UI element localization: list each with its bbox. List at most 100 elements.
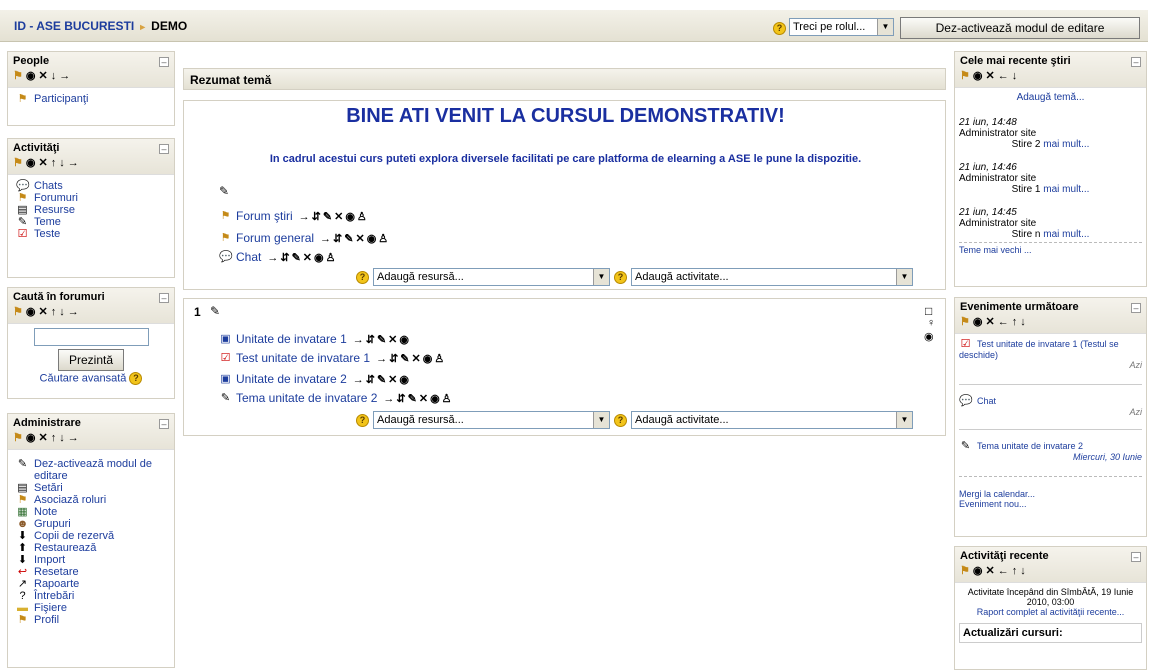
- move-right-icon[interactable]: →: [68, 432, 79, 444]
- eye-icon[interactable]: ◉: [924, 330, 934, 343]
- roles-icon[interactable]: ⚑: [960, 564, 970, 577]
- roles-icon[interactable]: ⚑: [13, 431, 23, 444]
- admin-questions-link[interactable]: Întrebări: [34, 590, 74, 602]
- move-down-icon[interactable]: ↓: [1020, 316, 1026, 328]
- activity-tools[interactable]: →⇵✎✕◉♙: [383, 392, 453, 405]
- activity-tools[interactable]: →⇵✎✕◉♙: [267, 251, 337, 264]
- forum-general-link[interactable]: Forum general: [236, 231, 314, 245]
- collapse-icon[interactable]: –: [1131, 57, 1141, 67]
- admin-roles-link[interactable]: Asociază roluri: [34, 494, 106, 506]
- breadcrumb-site-link[interactable]: ID - ASE BUCURESTI: [14, 19, 134, 33]
- add-activity-select[interactable]: Adaugă activitate... ▼: [631, 268, 913, 286]
- add-resource-select[interactable]: Adaugă resursă... ▼: [373, 411, 610, 429]
- highlight-icon[interactable]: □: [925, 304, 932, 318]
- admin-grades-link[interactable]: Note: [34, 506, 57, 518]
- help-icon[interactable]: ?: [773, 22, 786, 35]
- admin-groups-link[interactable]: Grupuri: [34, 518, 71, 530]
- test-unit1-link[interactable]: Test unitate de invatare 1: [236, 351, 370, 365]
- help-icon[interactable]: ?: [356, 270, 369, 284]
- move-down-icon[interactable]: ↓: [59, 157, 65, 169]
- roles-icon[interactable]: ⚑: [13, 69, 23, 82]
- move-down-icon[interactable]: ↓: [1020, 565, 1026, 577]
- admin-import-link[interactable]: Import: [34, 554, 65, 566]
- move-up-icon[interactable]: ↑: [1012, 565, 1018, 577]
- delete-icon[interactable]: ✕: [985, 69, 994, 82]
- collapse-icon[interactable]: –: [159, 144, 169, 154]
- hide-icon[interactable]: ◉: [973, 69, 983, 82]
- search-submit-button[interactable]: Prezintă: [58, 349, 124, 371]
- move-down-icon[interactable]: ↓: [1012, 70, 1018, 82]
- delete-icon[interactable]: ✕: [985, 315, 994, 328]
- new-event-link[interactable]: Eveniment nou...: [959, 499, 1027, 509]
- event-link[interactable]: Chat: [977, 396, 996, 406]
- hide-icon[interactable]: ◉: [26, 305, 36, 318]
- move-right-icon[interactable]: →: [68, 157, 79, 169]
- event-link[interactable]: Test unitate de invatare 1 (Testul se de…: [959, 339, 1119, 360]
- lightbulb-icon[interactable]: ♀: [927, 317, 935, 329]
- toggle-editing-button[interactable]: Dez-activează modul de editare: [900, 17, 1140, 39]
- hide-icon[interactable]: ◉: [973, 564, 983, 577]
- edit-summary-icon[interactable]: ✎: [219, 184, 229, 198]
- news-more-link[interactable]: mai mult...: [1043, 184, 1089, 195]
- forum-news-link[interactable]: Forum ştiri: [236, 209, 293, 223]
- move-right-icon[interactable]: →: [59, 70, 70, 82]
- activity-quizzes-link[interactable]: Teste: [34, 228, 60, 240]
- collapse-icon[interactable]: –: [159, 293, 169, 303]
- add-resource-select[interactable]: Adaugă resursă... ▼: [373, 268, 610, 286]
- move-up-icon[interactable]: ↑: [51, 306, 57, 318]
- activity-tools[interactable]: →⇵✎✕◉♙: [320, 232, 390, 245]
- search-input[interactable]: [33, 328, 149, 346]
- activity-chats-link[interactable]: Chats: [34, 180, 63, 192]
- move-right-icon[interactable]: →: [68, 306, 79, 318]
- admin-toggle-editing-link[interactable]: Dez-activează modul de editare: [34, 458, 166, 482]
- activity-tools[interactable]: →⇵✎✕◉: [353, 333, 411, 346]
- help-icon[interactable]: ?: [614, 413, 627, 427]
- activity-forums-link[interactable]: Forumuri: [34, 192, 78, 204]
- delete-icon[interactable]: ✕: [38, 431, 47, 444]
- hide-icon[interactable]: ◉: [26, 431, 36, 444]
- admin-profile-link[interactable]: Profil: [34, 614, 59, 626]
- add-activity-select[interactable]: Adaugă activitate... ▼: [631, 411, 913, 429]
- calendar-link[interactable]: Mergi la calendar...: [959, 489, 1035, 499]
- activity-tools[interactable]: →⇵✎✕◉: [353, 373, 411, 386]
- help-icon[interactable]: ?: [356, 413, 369, 427]
- move-down-icon[interactable]: ↓: [51, 70, 57, 82]
- collapse-icon[interactable]: –: [1131, 303, 1141, 313]
- admin-backup-link[interactable]: Copii de rezervă: [34, 530, 114, 542]
- activity-assignments-link[interactable]: Teme: [34, 216, 61, 228]
- role-switch-select[interactable]: Treci pe rolul... ▼: [789, 18, 894, 36]
- event-link[interactable]: Tema unitate de invatare 2: [977, 441, 1083, 451]
- move-left-icon[interactable]: ←: [998, 316, 1009, 328]
- admin-files-link[interactable]: Fişiere: [34, 602, 67, 614]
- collapse-icon[interactable]: –: [159, 419, 169, 429]
- move-down-icon[interactable]: ↓: [59, 432, 65, 444]
- move-left-icon[interactable]: ←: [998, 565, 1009, 577]
- move-up-icon[interactable]: ↑: [51, 157, 57, 169]
- participants-link[interactable]: Participanţi: [34, 93, 88, 105]
- admin-reset-link[interactable]: Resetare: [34, 566, 79, 578]
- edit-summary-icon[interactable]: ✎: [210, 304, 220, 318]
- recent-report-link[interactable]: Raport complet al activităţii recente...: [977, 607, 1125, 617]
- older-news-link[interactable]: Teme mai vechi ...: [959, 245, 1032, 255]
- activity-tools[interactable]: →⇵✎✕◉♙: [376, 352, 446, 365]
- delete-icon[interactable]: ✕: [38, 156, 47, 169]
- admin-reports-link[interactable]: Rapoarte: [34, 578, 79, 590]
- delete-icon[interactable]: ✕: [38, 69, 47, 82]
- roles-icon[interactable]: ⚑: [13, 156, 23, 169]
- hide-icon[interactable]: ◉: [973, 315, 983, 328]
- collapse-icon[interactable]: –: [1131, 552, 1141, 562]
- activity-tools[interactable]: →⇵✎✕◉♙: [299, 210, 369, 223]
- delete-icon[interactable]: ✕: [985, 564, 994, 577]
- admin-restore-link[interactable]: Restaurează: [34, 542, 96, 554]
- news-more-link[interactable]: mai mult...: [1043, 229, 1089, 240]
- unit2-link[interactable]: Unitate de invatare 2: [236, 372, 347, 386]
- roles-icon[interactable]: ⚑: [960, 315, 970, 328]
- move-down-icon[interactable]: ↓: [59, 306, 65, 318]
- collapse-icon[interactable]: –: [159, 57, 169, 67]
- hide-icon[interactable]: ◉: [26, 156, 36, 169]
- help-icon[interactable]: ?: [614, 270, 627, 284]
- news-more-link[interactable]: mai mult...: [1043, 139, 1089, 150]
- roles-icon[interactable]: ⚑: [13, 305, 23, 318]
- help-icon[interactable]: ?: [129, 372, 143, 385]
- move-left-icon[interactable]: ←: [998, 70, 1009, 82]
